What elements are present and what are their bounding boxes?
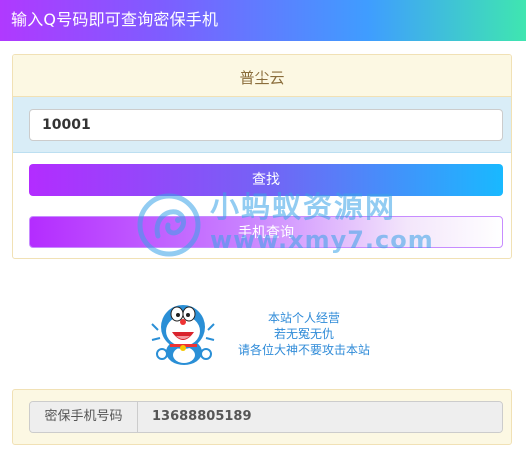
page-title: 输入Q号码即可查询密保手机 (11, 10, 219, 29)
doraemon-cartoon-icon (151, 305, 215, 365)
page: 输入Q号码即可查询密保手机 普尘云 查找 手机查询 小蚂蚁资源网 www.xmy… (0, 0, 526, 456)
result-group: 密保手机号码 13688805189 (29, 401, 503, 433)
result-label: 密保手机号码 (30, 402, 138, 432)
panel-title: 普尘云 (239, 69, 285, 87)
result-panel: 密保手机号码 13688805189 (12, 389, 512, 445)
phone-query-button[interactable]: 手机查询 (29, 216, 503, 248)
notice-line: 本站个人经营 (267, 311, 340, 325)
input-area (13, 97, 511, 153)
search-button[interactable]: 查找 (29, 164, 503, 196)
qq-number-input[interactable] (29, 109, 503, 141)
header-bar: 输入Q号码即可查询密保手机 (0, 0, 526, 41)
notice-line: 请各位大神不要攻击本站 (237, 343, 370, 357)
query-panel: 普尘云 查找 手机查询 (12, 54, 512, 259)
notice-text: 本站个人经营 若无冤无仇 请各位大神不要攻击本站 (214, 310, 394, 358)
result-phone-value[interactable]: 13688805189 (138, 402, 502, 432)
notice-line: 若无冤无仇 (273, 327, 334, 341)
panel-header: 普尘云 (13, 55, 511, 97)
